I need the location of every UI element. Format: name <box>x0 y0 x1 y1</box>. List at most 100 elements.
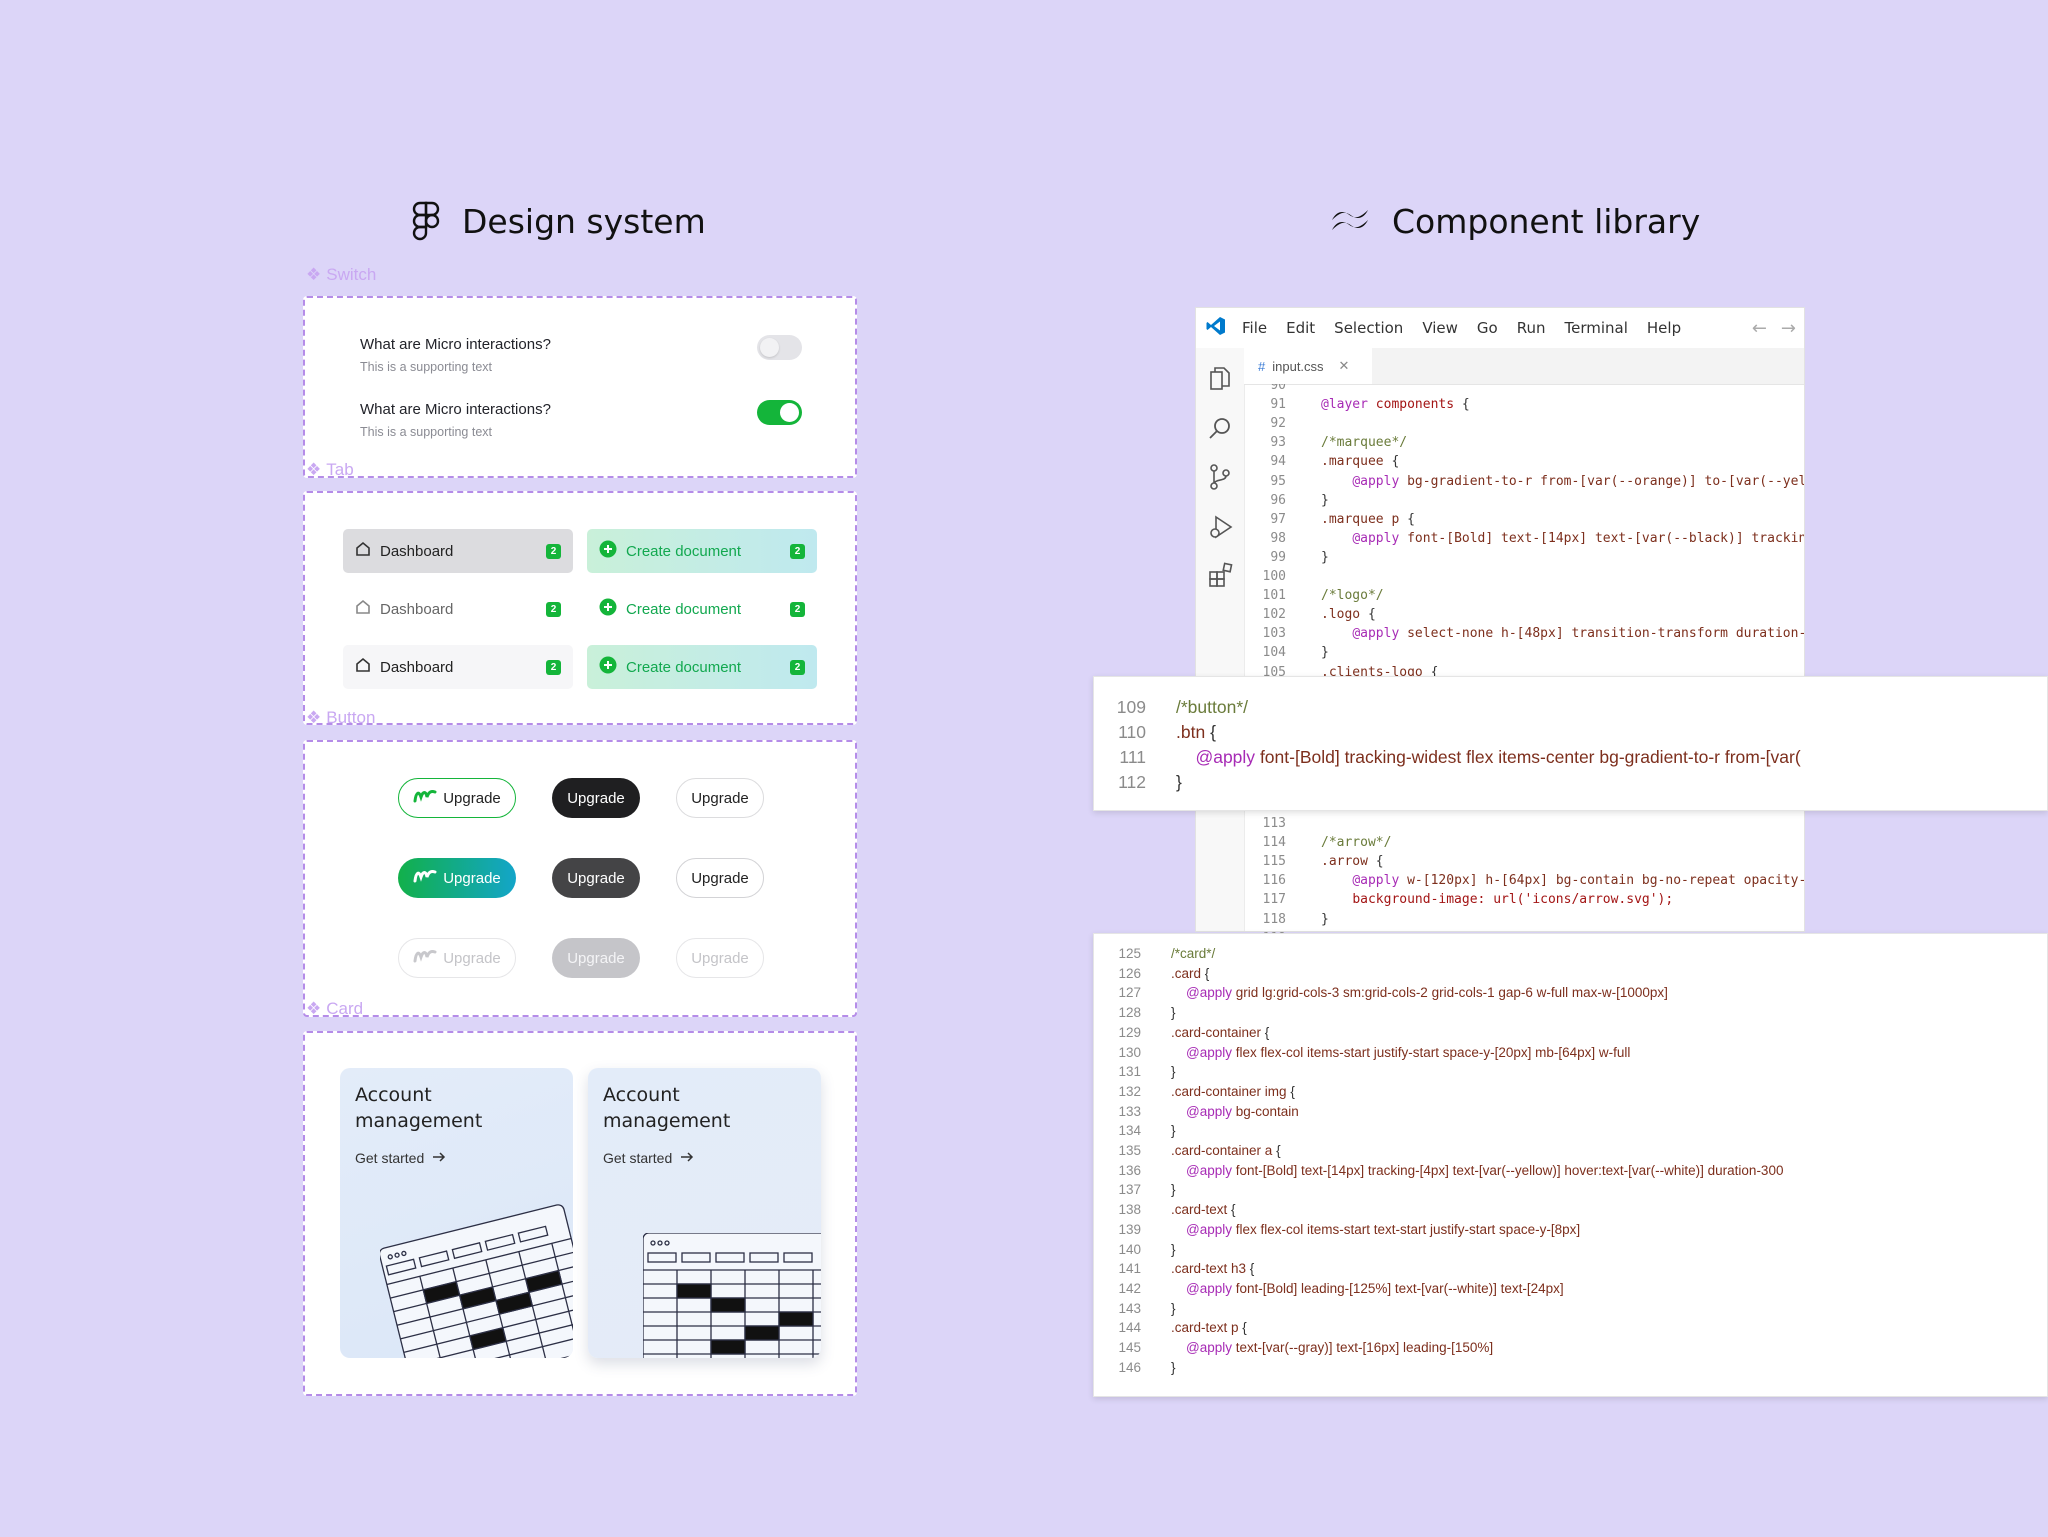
code-line: 138 .card-text { <box>1094 1200 2047 1220</box>
line-number: 96 <box>1270 492 1286 508</box>
code-line: 146} <box>1094 1358 2047 1378</box>
explorer-icon[interactable] <box>1208 366 1232 392</box>
code-token: @apply <box>1186 1340 1232 1355</box>
file-tab-input-css[interactable]: # input.css ✕ <box>1244 348 1372 384</box>
code-area-top[interactable]: 90 91 @layer components {92 93/*marquee*/94… <box>1244 384 1804 690</box>
switch-frame: What are Micro interactions? This is a s… <box>303 296 857 478</box>
count-badge: 2 <box>790 659 805 675</box>
count-badge: 2 <box>790 601 805 617</box>
line-number: 144 <box>1118 1320 1141 1336</box>
toggle-on[interactable] <box>757 400 802 425</box>
switch-title: What are Micro interactions? <box>360 401 551 418</box>
code-line: 128} <box>1094 1003 2047 1023</box>
card-frame: Account management Get started Account m… <box>303 1031 857 1396</box>
code-panel-button[interactable]: 109 /*button*/ 110 .btn {111 @apply font-[B… <box>1093 676 2048 811</box>
menu-file[interactable]: File <box>1242 319 1267 337</box>
code-token: font-[Bold] text-[14px] text-[var(--blac… <box>1407 530 1804 546</box>
upgrade-button-gradient[interactable]: Upgrade <box>398 858 516 898</box>
get-started-link[interactable]: Get started <box>355 1150 446 1166</box>
toggle-off[interactable] <box>757 335 802 360</box>
brand-logo-icon <box>413 948 437 968</box>
component-icon: ❖ <box>306 999 322 1018</box>
line-number: 142 <box>1118 1280 1141 1296</box>
activity-bar <box>1196 348 1245 931</box>
account-card-hover[interactable]: Account management Get started <box>588 1068 821 1358</box>
line-number: 132 <box>1118 1083 1141 1099</box>
code-token: { <box>1227 1202 1236 1218</box>
tab-create-document[interactable]: Create document 2 <box>587 587 817 631</box>
toggle-knob <box>760 338 779 357</box>
upgrade-button-dark[interactable]: Upgrade <box>552 778 640 818</box>
switch-title: What are Micro interactions? <box>360 336 551 353</box>
tab-dashboard-active[interactable]: Dashboard 2 <box>343 529 573 573</box>
extensions-icon[interactable] <box>1208 562 1234 588</box>
code-token: } <box>1176 772 1182 792</box>
menu-selection[interactable]: Selection <box>1334 319 1403 337</box>
menu-go[interactable]: Go <box>1477 319 1498 337</box>
upgrade-button-outline-brand-disabled[interactable]: Upgrade <box>398 938 516 978</box>
upgrade-button-outline-hover[interactable]: Upgrade <box>676 858 764 898</box>
tab-create-document-active[interactable]: Create document 2 <box>587 529 817 573</box>
code-line: 102 .logo { <box>1244 605 1804 624</box>
upgrade-button-outline-brand[interactable]: Upgrade <box>398 778 516 818</box>
line-number: 134 <box>1118 1123 1141 1139</box>
spreadsheet-illustration <box>380 1204 573 1358</box>
home-icon <box>355 599 371 619</box>
card-title: Account management <box>603 1084 731 1132</box>
code-line: 139 @apply flex flex-col items-start tex… <box>1094 1220 2047 1240</box>
line-number: 104 <box>1262 645 1286 661</box>
frame-label-card: ❖ Card <box>306 999 364 1018</box>
code-token: { <box>1360 607 1376 623</box>
arrow-left-icon[interactable]: ← <box>1752 318 1767 339</box>
search-icon[interactable] <box>1208 416 1232 440</box>
upgrade-button-dark-disabled[interactable]: Upgrade <box>552 938 640 978</box>
code-line: 118} <box>1244 910 1804 929</box>
code-token: .card-text h3 <box>1171 1261 1247 1277</box>
line-number: 100 <box>1262 569 1286 584</box>
code-line: 126 .card { <box>1094 964 2047 984</box>
upgrade-button-outline-disabled[interactable]: Upgrade <box>676 938 764 978</box>
code-area-middle[interactable]: 113 114 /*arrow*/ 115 .arrow {116 @apply w-[… <box>1244 812 1804 933</box>
tab-create-document-hover[interactable]: Create document 2 <box>587 645 817 689</box>
line-number: 128 <box>1118 1005 1141 1021</box>
design-system-heading: Design system <box>412 197 706 245</box>
code-token: font-[Bold] tracking-widest flex items-c… <box>1259 747 1801 767</box>
code-token: background-image: url('icons/arrow.svg')… <box>1352 892 1674 908</box>
code-line: 117 background-image: url('icons/arrow.s… <box>1244 890 1804 909</box>
arrow-right-icon[interactable]: → <box>1781 318 1796 339</box>
editor-tab-bar: # input.css ✕ <box>1244 348 1804 385</box>
code-line: 132 .card-container img { <box>1094 1082 2047 1102</box>
source-control-icon[interactable] <box>1208 464 1232 490</box>
switch-row-2: What are Micro interactions? This is a s… <box>360 401 551 439</box>
upgrade-button-outline[interactable]: Upgrade <box>676 778 764 818</box>
code-token: @apply <box>1352 473 1400 489</box>
code-line: 116 @apply w-[120px] h-[64px] bg-contain… <box>1244 871 1804 890</box>
run-debug-icon[interactable] <box>1208 514 1234 540</box>
menu-terminal[interactable]: Terminal <box>1565 319 1628 337</box>
frame-label-tab: ❖ Tab <box>306 460 354 479</box>
code-token: } <box>1171 1182 1176 1198</box>
code-line: 140} <box>1094 1240 2047 1260</box>
upgrade-button-dark-hover[interactable]: Upgrade <box>552 858 640 898</box>
code-token: @apply <box>1186 1221 1232 1237</box>
code-panel-card[interactable]: 125 /*card*/ 126 .card {127 @apply grid lg:… <box>1093 933 2048 1397</box>
menu-edit[interactable]: Edit <box>1286 319 1315 337</box>
account-card[interactable]: Account management Get started <box>340 1068 573 1358</box>
code-token: text-[var(--gray)] text-[16px] leading-[… <box>1235 1340 1494 1355</box>
menu-run[interactable]: Run <box>1517 319 1546 337</box>
line-number: 103 <box>1262 626 1286 642</box>
menu-help[interactable]: Help <box>1647 319 1681 337</box>
code-token: .marquee <box>1321 454 1384 470</box>
tab-dashboard-hover[interactable]: Dashboard 2 <box>343 645 573 689</box>
get-started-link[interactable]: Get started <box>603 1150 694 1166</box>
line-number: 138 <box>1118 1202 1141 1218</box>
menu-view[interactable]: View <box>1422 319 1458 337</box>
code-line: 114 /*arrow*/ <box>1244 833 1804 852</box>
close-icon[interactable]: ✕ <box>1339 358 1350 374</box>
tab-dashboard[interactable]: Dashboard 2 <box>343 587 573 631</box>
code-line: 134} <box>1094 1121 2047 1141</box>
line-number: 112 <box>1118 772 1146 792</box>
code-line: 101 /*logo*/ <box>1244 586 1804 605</box>
